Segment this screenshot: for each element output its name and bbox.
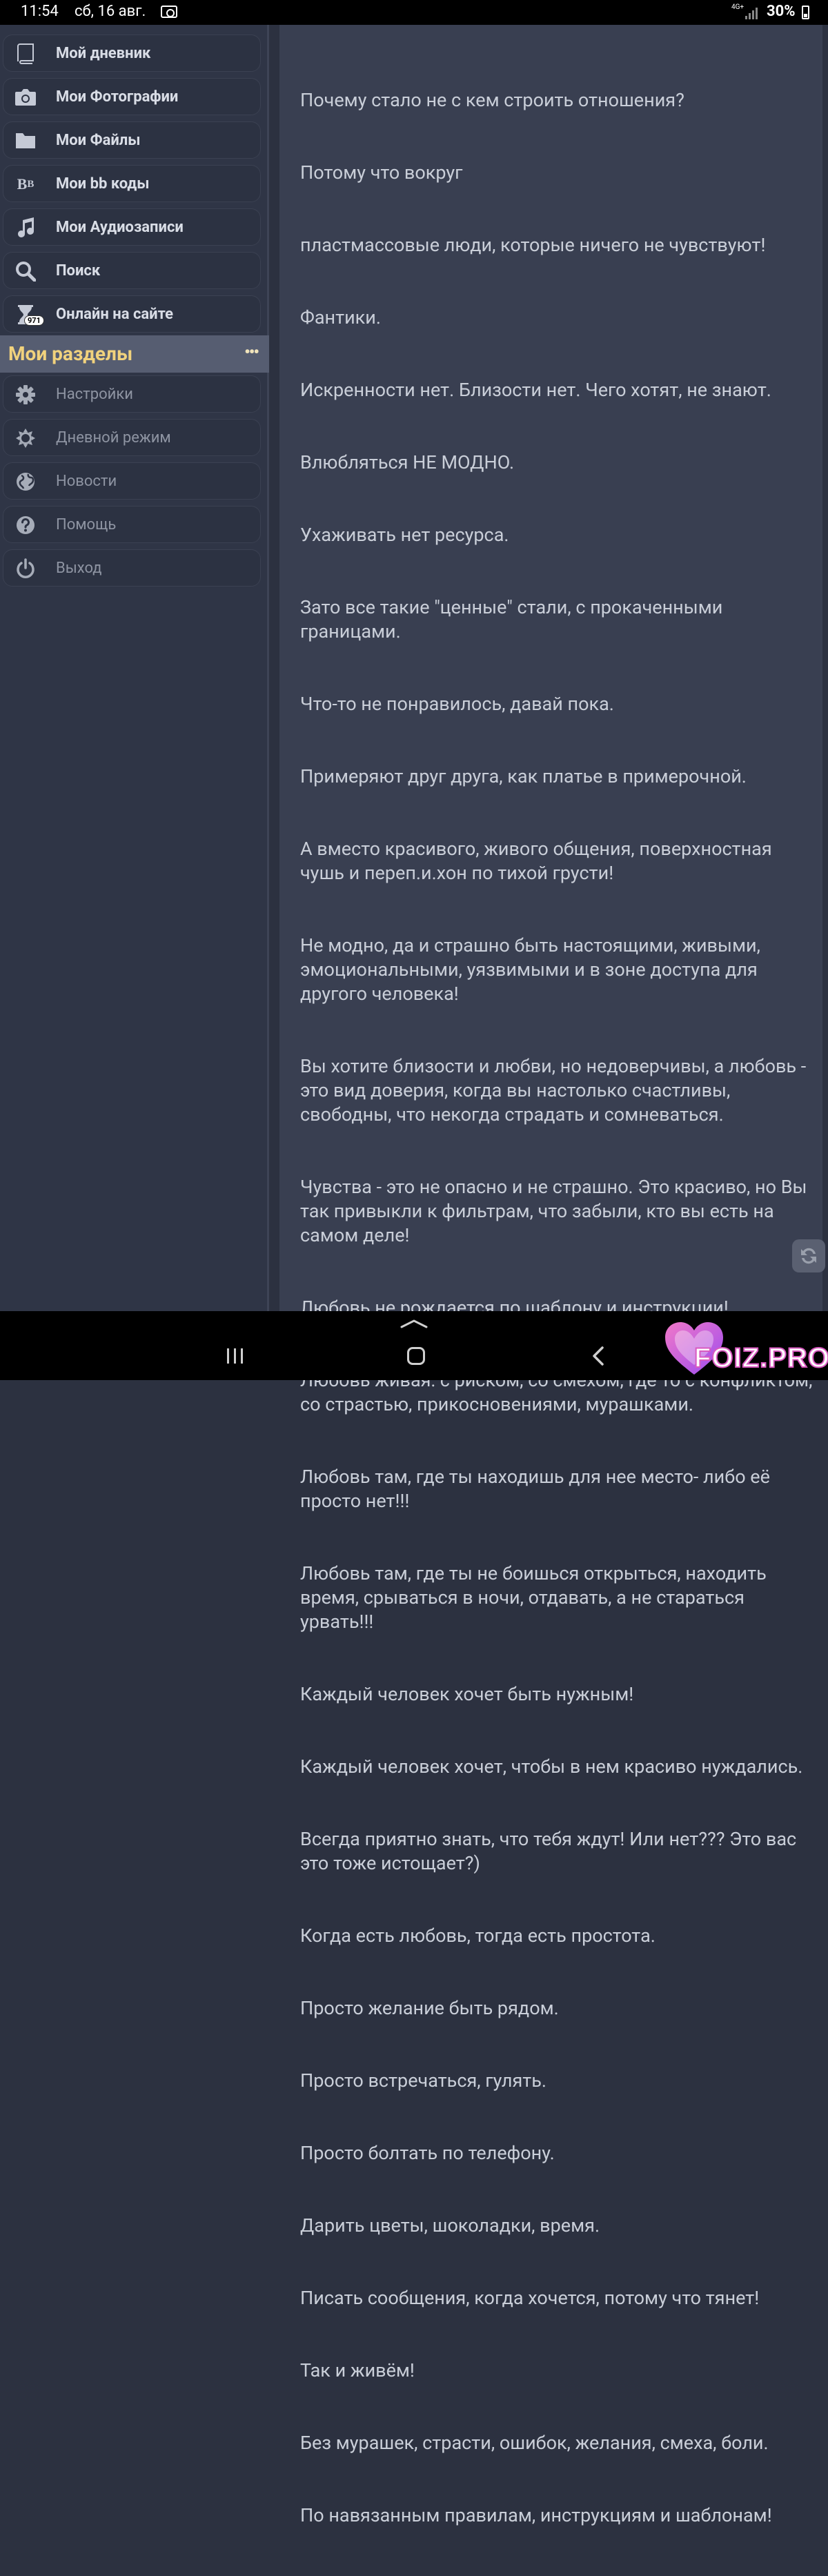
date: сб, 16 авг. xyxy=(75,3,146,20)
sidebar-item-search[interactable]: Поиск xyxy=(3,252,261,289)
post-line: А вместо красивого, живого общения, пове… xyxy=(300,838,777,884)
sidebar-item-settings[interactable]: Настройки xyxy=(3,375,261,413)
section-title: Мои разделы xyxy=(8,342,133,365)
back-button[interactable] xyxy=(590,1346,607,1366)
book-icon xyxy=(14,43,37,65)
post-line: Каждый человек хочет быть нужным! xyxy=(300,1683,634,1705)
post-line: Так и живём! xyxy=(300,2359,415,2381)
globe-icon xyxy=(14,471,37,493)
clock: 11:54 xyxy=(21,3,59,20)
sidebar-item-label: Мои Фотографии xyxy=(56,88,179,106)
post-line: Всегда приятно знать, что тебя ждут! Или… xyxy=(300,1828,801,1874)
post-line: По навязанным правилам, инструкциям и ша… xyxy=(300,2504,772,2526)
sidebar-item-logout[interactable]: Выход xyxy=(3,549,261,587)
post-line: Любовь там, где ты находишь для нее мест… xyxy=(300,1466,775,1512)
sidebar-item-label: Настройки xyxy=(56,386,133,403)
section-header-my-sections[interactable]: Мои разделы ••• xyxy=(0,335,269,373)
network-type: 4G+ xyxy=(731,3,745,11)
post-line: Просто встречаться, гулять. xyxy=(300,2069,547,2092)
watermark-logo: FOIZ.PRO xyxy=(661,1319,828,1377)
sidebar-item-bb-codes[interactable]: BB Мои bb коды xyxy=(3,165,261,202)
sidebar-item-label: Новости xyxy=(56,473,117,490)
post-line: Просто желание быть рядом. xyxy=(300,1997,559,2019)
post-line: Когда есть любовь, тогда есть простота. xyxy=(300,1925,656,1947)
sun-icon xyxy=(14,427,37,449)
more-icon[interactable]: ••• xyxy=(244,342,259,362)
post-line: Любовь там, где ты не боишься открыться,… xyxy=(300,1562,771,1633)
hourglass-icon: 971 xyxy=(14,304,44,326)
chevron-up-icon[interactable] xyxy=(399,1318,429,1329)
question-icon xyxy=(14,514,37,536)
post-line: Не модно, да и страшно быть настоящими, … xyxy=(300,934,765,1005)
signal-icon xyxy=(745,6,760,19)
recents-button[interactable] xyxy=(225,1347,246,1365)
home-button[interactable] xyxy=(407,1347,425,1365)
sidebar-item-diary[interactable]: Мой дневник xyxy=(3,35,261,72)
post-line: пластмассовые люди, которые ничего не чу… xyxy=(300,234,766,256)
power-icon xyxy=(14,558,37,580)
post-line: Ухаживать нет ресурса. xyxy=(300,524,509,546)
sidebar-item-news[interactable]: Новости xyxy=(3,462,261,500)
post-line: Фантики. xyxy=(300,306,381,328)
sidebar-item-label: Мои bb коды xyxy=(56,175,150,193)
online-count-badge: 971 xyxy=(24,315,44,326)
diary-post-content: Почему стало не с кем строить отношения?… xyxy=(279,25,822,2526)
sidebar-item-label: Онлайн на сайте xyxy=(56,306,174,323)
status-bar: 11:54 сб, 16 авг. 4G+ 30% xyxy=(0,0,828,25)
sidebar: Мой дневник Мои Фотографии Мои Файлы BB … xyxy=(0,25,269,1311)
sidebar-item-online[interactable]: 971 Онлайн на сайте xyxy=(3,295,261,333)
post-text: Почему стало не с кем строить отношения?… xyxy=(300,40,814,2576)
refresh-button[interactable] xyxy=(792,1239,825,1272)
folder-icon xyxy=(14,130,37,152)
sidebar-item-photos[interactable]: Мои Фотографии xyxy=(3,78,261,115)
sidebar-item-day-mode[interactable]: Дневной режим xyxy=(3,419,261,456)
sidebar-item-label: Поиск xyxy=(56,262,101,279)
battery-level: 30% xyxy=(767,3,796,20)
post-line: Каждый человек хочет, чтобы в нем красив… xyxy=(300,1756,803,1778)
gear-icon xyxy=(14,384,37,406)
post-line: Дарить цветы, шоколадки, время. xyxy=(300,2214,600,2236)
post-line: Что-то не понравилось, давай пока. xyxy=(300,693,614,715)
sidebar-item-label: Мои Аудиозаписи xyxy=(56,219,184,236)
sidebar-item-label: Помощь xyxy=(56,516,117,533)
post-line: Почему стало не с кем строить отношения? xyxy=(300,89,684,111)
camera-icon xyxy=(14,86,37,108)
sidebar-item-label: Мои Файлы xyxy=(56,132,141,149)
sidebar-item-help[interactable]: Помощь xyxy=(3,506,261,543)
screenshot-icon xyxy=(161,6,177,18)
watermark-text: FOIZ.PRO xyxy=(693,1342,828,1374)
sidebar-item-label: Мой дневник xyxy=(56,45,151,62)
post-line: Искренности нет. Близости нет. Чего хотя… xyxy=(300,379,771,401)
post-line: Писать сообщения, когда хочется, потому … xyxy=(300,2287,760,2309)
post-line: Без мурашек, страсти, ошибок, желания, с… xyxy=(300,2432,769,2454)
battery-icon xyxy=(802,6,809,19)
bb-code-icon: BB xyxy=(17,175,34,193)
sidebar-item-label: Выход xyxy=(56,560,102,577)
refresh-icon xyxy=(801,1248,816,1264)
post-line: Просто болтать по телефону. xyxy=(300,2142,555,2164)
search-icon xyxy=(14,260,37,282)
sidebar-item-label: Дневной режим xyxy=(56,429,171,446)
sidebar-item-files[interactable]: Мои Файлы xyxy=(3,121,261,159)
music-note-icon xyxy=(14,217,37,239)
sidebar-item-audio[interactable]: Мои Аудиозаписи xyxy=(3,208,261,246)
post-line: Чувства - это не опасно и не страшно. Эт… xyxy=(300,1176,812,1246)
post-line: Потому что вокруг xyxy=(300,161,463,184)
post-line: Вы хотите близости и любви, но недоверчи… xyxy=(300,1055,811,1125)
post-line: Примеряют друг друга, как платье в приме… xyxy=(300,765,747,787)
post-line: Влюбляться НЕ МОДНО. xyxy=(300,451,515,473)
post-line: Зато все такие "ценные" стали, с прокаче… xyxy=(300,596,728,642)
